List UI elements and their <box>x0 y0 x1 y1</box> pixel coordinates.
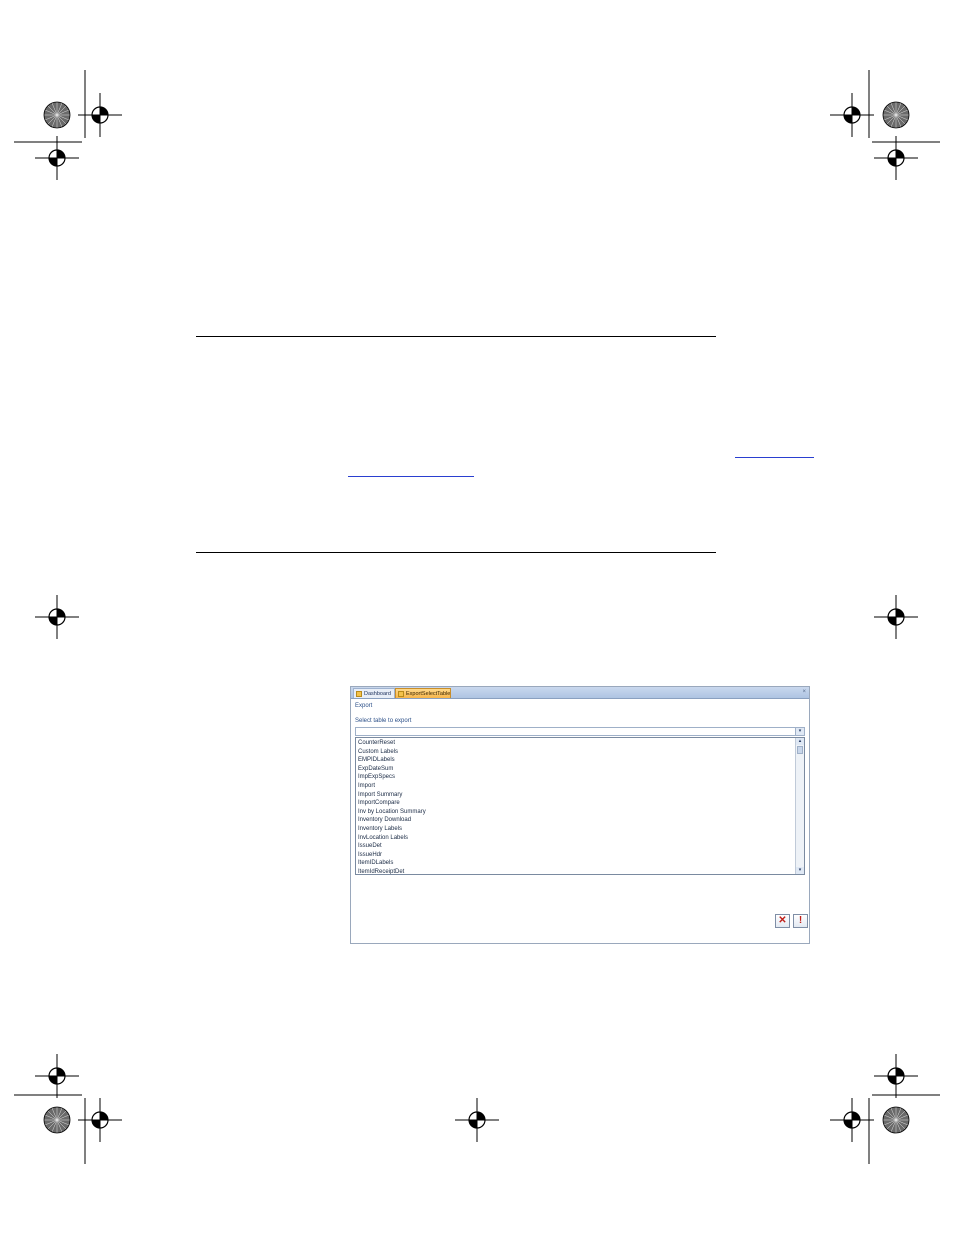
list-item[interactable]: ImportCompare <box>357 799 795 808</box>
list-item[interactable]: InvLocation Labels <box>357 834 795 843</box>
scroll-down-icon[interactable]: ▾ <box>796 867 804 874</box>
list-item[interactable]: Inventory Download <box>357 816 795 825</box>
scroll-thumb[interactable] <box>797 746 803 754</box>
form-icon <box>398 691 404 697</box>
list-item[interactable]: ItemIDLabels <box>357 859 795 868</box>
document-tab-bar: Dashboard ExportSelectTable × <box>351 687 809 699</box>
table-combo-box[interactable]: ▾ <box>355 727 805 736</box>
list-item[interactable]: ItemIdReceiptDet <box>357 868 795 874</box>
list-item[interactable]: Import <box>357 782 795 791</box>
registration-marks <box>14 70 940 1164</box>
list-item[interactable]: IssueDet <box>357 842 795 851</box>
run-export-button[interactable]: ! <box>793 914 808 928</box>
tab-dashboard-label: Dashboard <box>364 691 391 697</box>
list-item[interactable]: CounterReset <box>357 739 795 748</box>
chevron-down-icon[interactable]: ▾ <box>795 728 804 735</box>
tab-export-select-table-label: ExportSelectTable <box>406 691 451 697</box>
list-item[interactable]: Import Summary <box>357 791 795 800</box>
list-item[interactable]: EMPIDLabels <box>357 756 795 765</box>
close-icon: ✕ <box>778 915 787 926</box>
scroll-up-icon[interactable]: ▴ <box>796 738 804 745</box>
close-icon[interactable]: × <box>802 687 806 698</box>
table-list-box[interactable]: CounterReset Custom Labels EMPIDLabels ExpD… <box>355 737 805 875</box>
form-icon <box>356 691 362 697</box>
cancel-button[interactable]: ✕ <box>775 914 790 928</box>
exclamation-icon: ! <box>798 915 803 926</box>
select-table-label: Select table to export <box>355 718 412 724</box>
export-dialog: Dashboard ExportSelectTable × Export Sel… <box>350 686 810 944</box>
list-item[interactable]: Inventory Labels <box>357 825 795 834</box>
tab-dashboard[interactable]: Dashboard <box>353 688 395 698</box>
list-item[interactable]: Inv by Location Summary <box>357 808 795 817</box>
list-item[interactable]: IssueHdr <box>357 851 795 860</box>
list-item[interactable]: ExpDateSum <box>357 765 795 774</box>
form-title: Export <box>355 703 373 709</box>
list-item[interactable]: ImpExpSpecs <box>357 773 795 782</box>
list-item[interactable]: Custom Labels <box>357 748 795 757</box>
tab-export-select-table[interactable]: ExportSelectTable <box>395 688 451 698</box>
list-scrollbar[interactable]: ▴ ▾ <box>795 738 804 874</box>
table-list: CounterReset Custom Labels EMPIDLabels ExpD… <box>357 739 795 874</box>
